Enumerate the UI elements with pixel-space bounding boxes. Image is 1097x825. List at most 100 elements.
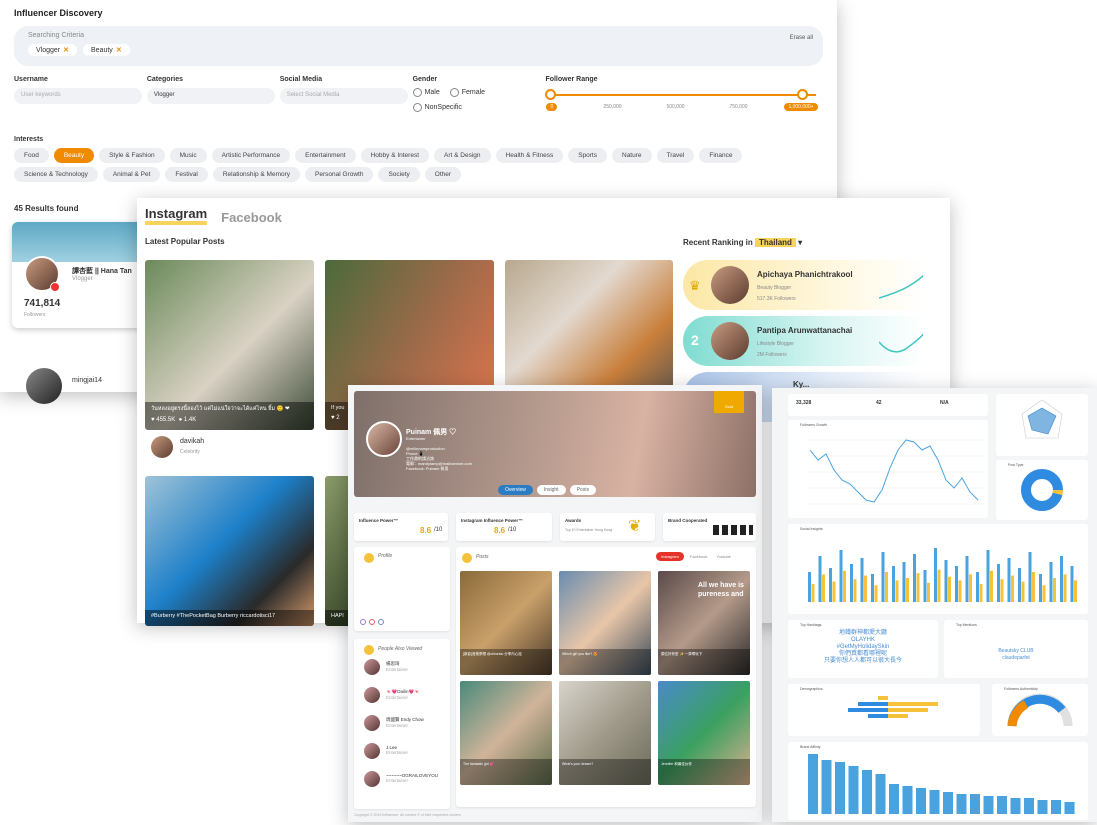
viewed-person[interactable]: ~~~~~~OGRAILOVEYOU Entertainer bbox=[386, 773, 438, 783]
erase-all-button[interactable]: Erase all bbox=[790, 35, 813, 41]
interest-tag[interactable]: Hobby & Interest bbox=[360, 148, 430, 163]
like-count: 2 bbox=[336, 415, 340, 421]
remove-chip-icon[interactable]: ✕ bbox=[116, 47, 122, 54]
section-title: Latest Popular Posts bbox=[145, 237, 225, 246]
viewed-person[interactable]: 楊思琦 Entertainer bbox=[386, 661, 408, 672]
card-title: Brand Cooperated bbox=[668, 518, 708, 523]
gender-nonspecific-radio[interactable]: NonSpecific bbox=[412, 103, 462, 112]
result-card[interactable]: 譚杏藍 || Hana Tan Vlogger 741,814 Follower… bbox=[12, 222, 152, 328]
insight-bar bbox=[916, 573, 920, 602]
criteria-chip-beauty[interactable]: Beauty ✕ bbox=[83, 44, 130, 56]
hashtag[interactable]: #GetMyHolidaySkin bbox=[788, 644, 938, 651]
ranking-name: Apichaya Phanichtrakool bbox=[757, 270, 853, 279]
social-media-select[interactable]: Select Social Media bbox=[279, 88, 408, 104]
ranking-item[interactable]: ♛ Apichaya Phanichtrakool Beauty Blogger… bbox=[683, 260, 923, 310]
person-role: Entertainer bbox=[386, 778, 409, 783]
interest-tag[interactable]: Entertainment bbox=[295, 148, 356, 163]
hashtag[interactable]: 地鐵群神都愛大廳 bbox=[788, 630, 938, 637]
insight-bar bbox=[892, 566, 895, 602]
post-thumbnail[interactable]: Which girl you like? 😍 bbox=[559, 571, 651, 675]
tab-overview[interactable]: Overview bbox=[498, 485, 533, 495]
cover-image bbox=[12, 222, 152, 262]
interest-tag[interactable]: Animal & Pet bbox=[102, 167, 161, 182]
chevron-down-icon[interactable]: ▾ bbox=[798, 238, 802, 247]
person-role: Entertainer bbox=[386, 723, 409, 728]
interest-tag[interactable]: Science & Technology bbox=[14, 167, 98, 182]
hashtag[interactable]: 你們真都看哪裡呢 bbox=[788, 651, 938, 658]
insight-bar bbox=[1021, 581, 1025, 602]
gender-male-radio[interactable]: Male bbox=[412, 88, 440, 97]
insight-bar bbox=[829, 568, 832, 602]
tab-insight[interactable]: Insight bbox=[536, 485, 566, 495]
instagram-power-card: Instagram Influence Power™ 8.6 /10 bbox=[456, 513, 552, 541]
criteria-chip-vlogger[interactable]: Vlogger ✕ bbox=[28, 44, 78, 56]
insight-bar bbox=[944, 560, 948, 602]
interest-tag[interactable]: Style & Fashion bbox=[99, 148, 165, 163]
insight-bar bbox=[1007, 558, 1011, 602]
brand-bar bbox=[808, 754, 818, 814]
range-min-handle[interactable] bbox=[545, 89, 557, 100]
mention[interactable]: Beautsky CLUB bbox=[944, 648, 1088, 655]
interest-tag[interactable]: Artistic Performance bbox=[211, 148, 291, 163]
interest-tag[interactable]: Health & Fitness bbox=[495, 148, 564, 163]
tab-facebook[interactable]: Facebook bbox=[687, 552, 711, 561]
interest-tag[interactable]: Art & Design bbox=[434, 148, 491, 163]
demographics-chart bbox=[848, 696, 938, 718]
range-max-handle[interactable] bbox=[797, 89, 809, 100]
youtube-icon[interactable] bbox=[369, 619, 375, 625]
follower-range-slider[interactable]: 0 250,000 500,000 750,000 1,000,000+ bbox=[545, 88, 820, 128]
tab-youtube[interactable]: Youtube bbox=[713, 552, 734, 561]
brand-bar bbox=[875, 774, 886, 814]
interest-tag[interactable]: Other bbox=[424, 167, 462, 182]
insight-bar bbox=[818, 556, 822, 602]
ranking-category: Beauty Blogger bbox=[757, 285, 792, 291]
hashtag[interactable]: OLAYHK bbox=[788, 637, 938, 644]
tab-instagram[interactable]: Instagram bbox=[656, 552, 684, 561]
instagram-icon[interactable] bbox=[360, 619, 366, 625]
interest-tag[interactable]: Finance bbox=[699, 148, 743, 163]
ranking-item[interactable]: 2 Pantipa Arunwattanachai Lifestyle Blog… bbox=[683, 316, 923, 366]
post-thumbnail[interactable]: [新影]音樂夢想 @chloesiu 分享內心話 bbox=[460, 571, 552, 675]
post-author[interactable]: davikah Celebrity bbox=[180, 438, 204, 455]
insight-bar bbox=[990, 570, 993, 602]
person-role: Entertainer bbox=[386, 750, 409, 755]
post-thumbnail[interactable]: The fantastic girl 💕 bbox=[460, 681, 552, 785]
tab-instagram[interactable]: Instagram bbox=[145, 206, 208, 225]
mention[interactable]: claudeparfet bbox=[944, 655, 1088, 662]
interest-tag[interactable]: Travel bbox=[656, 148, 695, 163]
categories-select[interactable]: Vlogger bbox=[146, 88, 275, 104]
posts-card: Posts Instagram Facebook Youtube [新影]音樂夢… bbox=[456, 547, 756, 807]
tab-posts[interactable]: Posts bbox=[569, 485, 597, 495]
interest-tag[interactable]: Festival bbox=[165, 167, 208, 182]
interest-tag[interactable]: Beauty bbox=[53, 148, 95, 163]
post-card[interactable]: #Burberry #ThePocketBag Burberry riccard… bbox=[145, 476, 314, 626]
post-card[interactable]: วันหลงอยู่ตรงนี้ลองไว้ แค่ไม่แน่ใจว่าจะไ… bbox=[145, 260, 314, 430]
post-card[interactable] bbox=[505, 260, 673, 390]
interest-tag[interactable]: Society bbox=[378, 167, 420, 182]
tab-facebook[interactable]: Facebook bbox=[221, 210, 282, 225]
remove-chip-icon[interactable]: ✕ bbox=[63, 47, 69, 54]
interest-tag[interactable]: Music bbox=[169, 148, 207, 163]
username-input[interactable]: User keywords bbox=[14, 88, 142, 104]
gender-female-radio[interactable]: Female bbox=[449, 88, 485, 97]
country-select[interactable]: Thailand bbox=[755, 238, 796, 247]
hashtag[interactable]: 只要你想人人都可以很大長今 bbox=[788, 658, 938, 665]
facebook-icon[interactable] bbox=[378, 619, 384, 625]
post-thumbnail[interactable]: Jennifer 和最佳伙伴 bbox=[658, 681, 750, 785]
insight-bar bbox=[955, 566, 958, 602]
card-title: Top Hashtags bbox=[800, 623, 822, 627]
interest-tag[interactable]: Relationship & Memory bbox=[212, 167, 301, 182]
interest-tag[interactable]: Food bbox=[14, 148, 49, 163]
post-thumbnail[interactable]: What's your dream? bbox=[559, 681, 651, 785]
viewed-person[interactable]: 🍬💗Dailin💗🍬 Entertainer bbox=[386, 689, 420, 700]
viewed-person[interactable]: J.Lee Entertainer bbox=[386, 745, 408, 755]
interest-tag[interactable]: Personal Growth bbox=[305, 167, 374, 182]
viewed-person[interactable]: 周國賢 Endy Chow Entertainer bbox=[386, 717, 424, 728]
interest-tag[interactable]: Nature bbox=[612, 148, 652, 163]
top-mentions-card: Top Mentions Beautsky CLUB claudeparfet bbox=[944, 620, 1088, 678]
insight-bar bbox=[923, 570, 927, 602]
interest-tag[interactable]: Sports bbox=[568, 148, 607, 163]
post-thumbnail[interactable]: All we have is pureness and 頭位好有型 ✨ 一齊嚟玩下 bbox=[658, 571, 750, 675]
insight-bar bbox=[808, 572, 811, 602]
influence-score: 8.6 bbox=[420, 526, 432, 535]
